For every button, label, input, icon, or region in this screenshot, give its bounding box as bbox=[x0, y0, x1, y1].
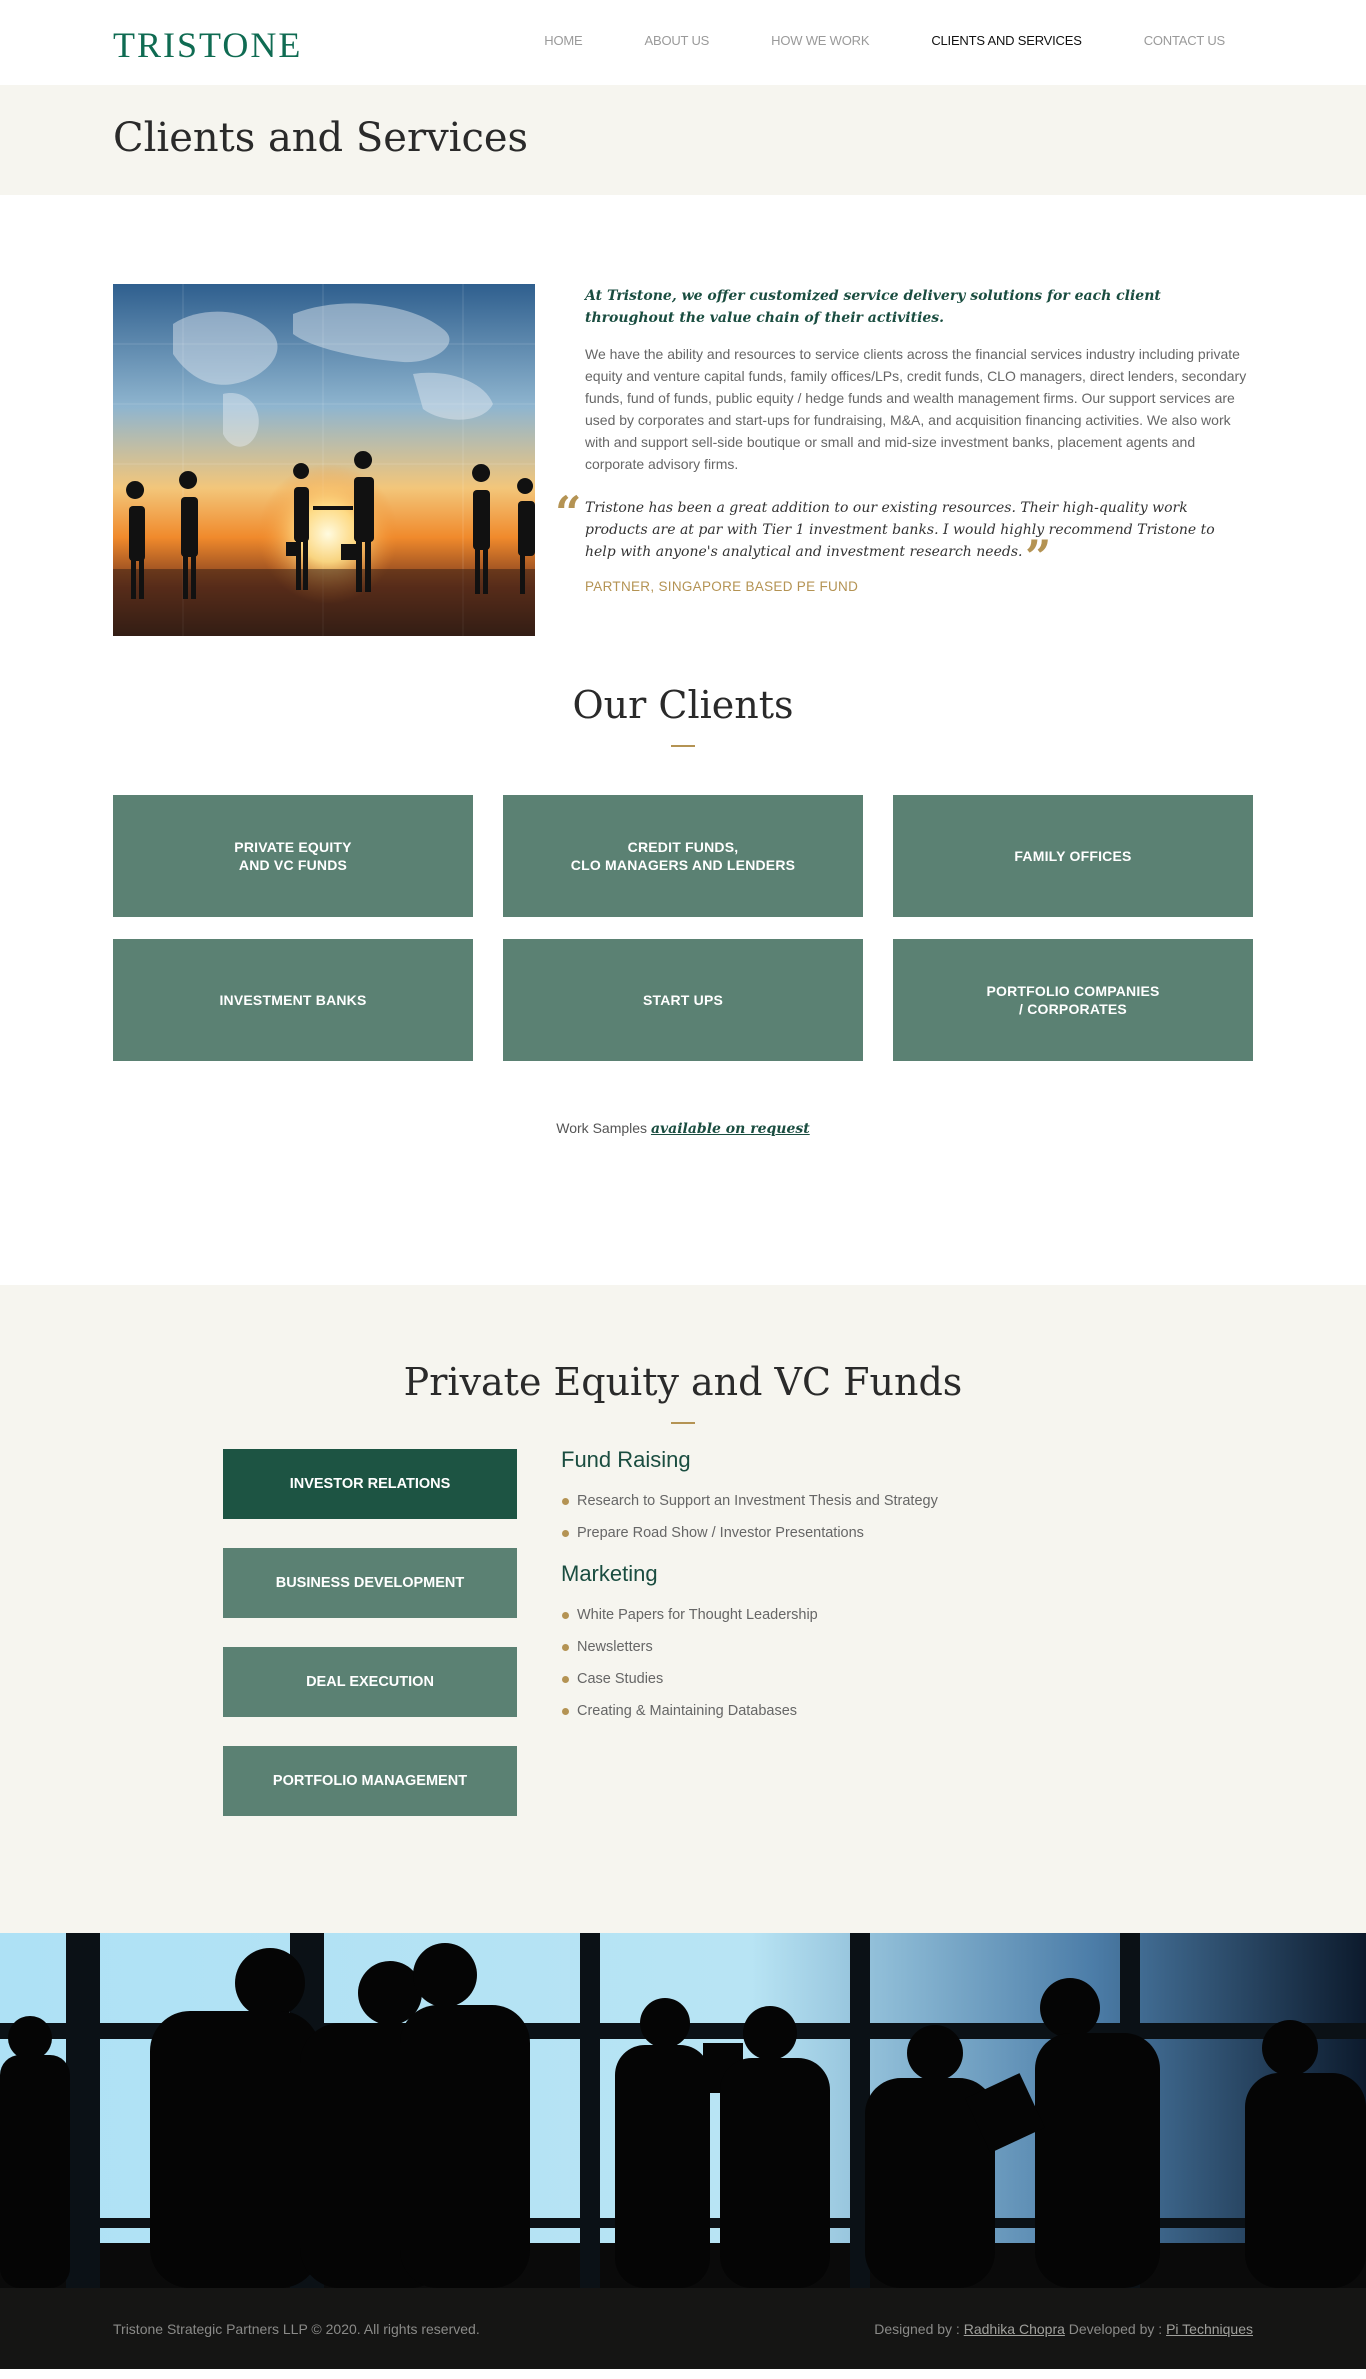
nav-how-we-work[interactable]: HOW WE WORK bbox=[771, 33, 869, 48]
client-tile-credit-funds[interactable]: CREDIT FUNDS, CLO MANAGERS AND LENDERS bbox=[503, 795, 863, 917]
tab-business-development[interactable]: BUSINESS DEVELOPMENT bbox=[223, 1548, 517, 1618]
nav-contact-us[interactable]: CONTACT US bbox=[1144, 33, 1226, 48]
service-tabs: INVESTOR RELATIONS BUSINESS DEVELOPMENT … bbox=[223, 1449, 517, 1845]
work-samples-label: Work Samples bbox=[556, 1120, 648, 1136]
our-clients-title: Our Clients bbox=[572, 683, 794, 727]
page-title-band: Clients and Services bbox=[0, 85, 1366, 195]
client-tile-start-ups[interactable]: START UPS bbox=[503, 939, 863, 1061]
service-list: Research to Support an Investment Thesis… bbox=[561, 1485, 1161, 1549]
nav-about-us[interactable]: ABOUT US bbox=[645, 33, 710, 48]
service-list: White Papers for Thought Leadership News… bbox=[561, 1599, 1161, 1727]
client-grid: PRIVATE EQUITY AND VC FUNDS CREDIT FUNDS… bbox=[113, 795, 1253, 1061]
service-content: Fund Raising Research to Support an Inve… bbox=[561, 1447, 1161, 1739]
work-samples: Work Samples available on request bbox=[0, 1120, 1366, 1137]
site-footer: Tristone Strategic Partners LLP © 2020. … bbox=[0, 2288, 1366, 2369]
intro-paragraph: We have the ability and resources to ser… bbox=[585, 346, 1247, 472]
services-title: Private Equity and VC Funds bbox=[403, 1360, 963, 1404]
designer-link[interactable]: Radhika Chopra bbox=[964, 2321, 1065, 2337]
title-underline bbox=[671, 745, 695, 747]
list-item: White Papers for Thought Leadership bbox=[561, 1599, 1161, 1631]
tab-investor-relations[interactable]: INVESTOR RELATIONS bbox=[223, 1449, 517, 1519]
copyright-text: Tristone Strategic Partners LLP © 2020. … bbox=[113, 2320, 480, 2337]
nav-home[interactable]: HOME bbox=[544, 33, 582, 48]
client-tile-private-equity[interactable]: PRIVATE EQUITY AND VC FUNDS bbox=[113, 795, 473, 917]
nav-clients-and-services[interactable]: CLIENTS AND SERVICES bbox=[931, 33, 1082, 48]
testimonial-author: PARTNER, SINGAPORE BASED PE FUND bbox=[585, 579, 859, 594]
list-item: Case Studies bbox=[561, 1663, 1161, 1695]
service-group-heading: Fund Raising bbox=[561, 1447, 691, 1472]
testimonial: “ Tristone has been a great addition to … bbox=[555, 490, 1250, 594]
work-samples-link[interactable]: available on request bbox=[651, 1121, 810, 1137]
list-item: Prepare Road Show / Investor Presentatio… bbox=[561, 1517, 1161, 1549]
site-logo[interactable]: TRISTONE bbox=[113, 24, 302, 66]
main-nav: HOME ABOUT US HOW WE WORK CLIENTS AND SE… bbox=[482, 33, 1225, 48]
testimonial-quote: Tristone has been a great addition to ou… bbox=[585, 500, 1215, 560]
client-tile-portfolio-companies[interactable]: PORTFOLIO COMPANIES / CORPORATES bbox=[893, 939, 1253, 1061]
handshake-world-map-image bbox=[113, 284, 535, 636]
services-section: Private Equity and VC Funds INVESTOR REL… bbox=[0, 1285, 1366, 1933]
site-header: TRISTONE HOME ABOUT US HOW WE WORK CLIEN… bbox=[0, 0, 1366, 85]
list-item: Research to Support an Investment Thesis… bbox=[561, 1485, 1161, 1517]
open-quote-icon: “ bbox=[555, 486, 582, 540]
designed-by-label: Designed by : bbox=[874, 2320, 960, 2337]
intro-lead: At Tristone, we offer customized service… bbox=[585, 288, 1161, 326]
developer-link[interactable]: Pi Techniques bbox=[1166, 2321, 1253, 2337]
tab-deal-execution[interactable]: DEAL EXECUTION bbox=[223, 1647, 517, 1717]
intro-text: At Tristone, we offer customized service… bbox=[555, 285, 1250, 594]
tab-portfolio-management[interactable]: PORTFOLIO MANAGEMENT bbox=[223, 1746, 517, 1816]
office-silhouettes-image bbox=[0, 1933, 1366, 2288]
list-item: Creating & Maintaining Databases bbox=[561, 1695, 1161, 1727]
our-clients-section: Our Clients PRIVATE EQUITY AND VC FUNDS … bbox=[0, 665, 1366, 1285]
close-quote-icon: ” bbox=[1025, 530, 1052, 584]
intro-section: At Tristone, we offer customized service… bbox=[0, 195, 1366, 665]
developed-by-label: Developed by : bbox=[1068, 2320, 1163, 2337]
client-tile-investment-banks[interactable]: INVESTMENT BANKS bbox=[113, 939, 473, 1061]
list-item: Newsletters bbox=[561, 1631, 1161, 1663]
page-title: Clients and Services bbox=[113, 115, 529, 161]
client-tile-family-offices[interactable]: FAMILY OFFICES bbox=[893, 795, 1253, 917]
service-group-heading: Marketing bbox=[561, 1561, 658, 1586]
title-underline bbox=[671, 1422, 695, 1424]
credits: Designed by : Radhika Chopra Developed b… bbox=[874, 2321, 1253, 2337]
